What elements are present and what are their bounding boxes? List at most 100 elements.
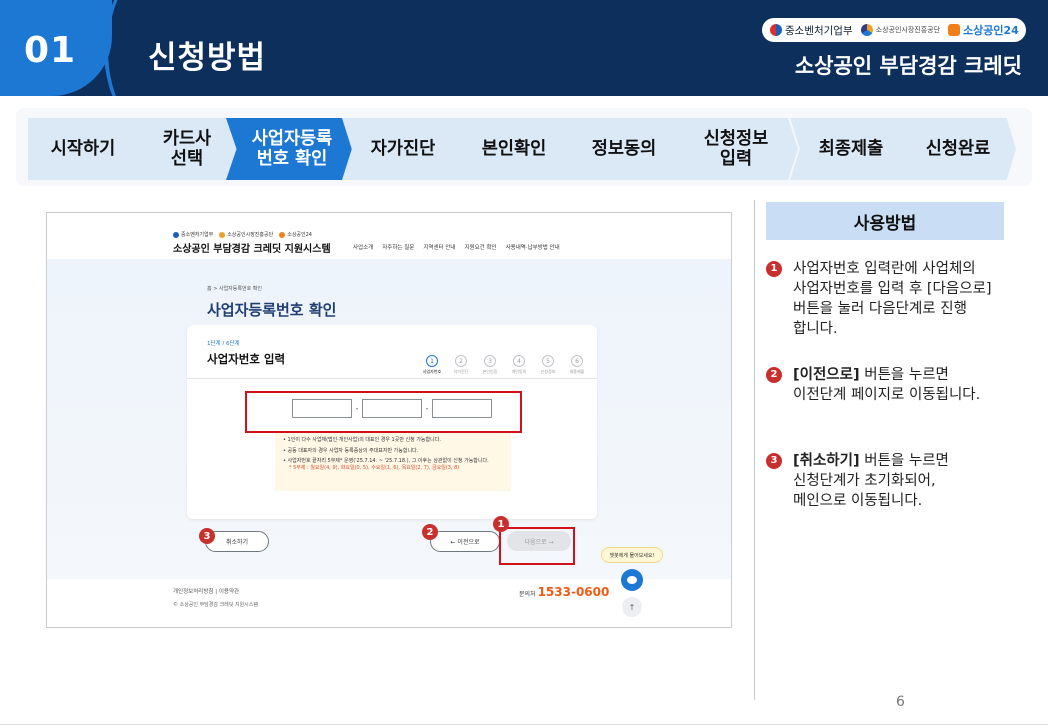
contact-phone: 문의처 1533-0600 [519,585,609,599]
progress-step-label: 사업자번호 [422,369,442,374]
process-steps: 시작하기 카드사 선택 사업자등록 번호 확인 자가진단 본인확인 정보동의 신… [16,108,1032,186]
menu-item-usage[interactable]: 사용내역·납부방법 안내 [506,243,560,251]
site-logos: 중소벤처기업부 소상공인시장진흥공단 소상공인24 [173,231,312,238]
progress-step-number: 1 [426,355,438,367]
section-number: 01 [24,30,77,71]
mss-mini-icon [173,231,179,238]
partner-logos: 중소벤처기업부 소상공인시장진흥공단 소상공인24 [762,18,1026,42]
input-highlight-box [245,391,522,433]
menu-item-centers[interactable]: 지역센터 안내 [423,243,455,251]
progress-step: 3 본인인증 [479,355,501,375]
how-to-item-1: 1 사업자번호 입력란에 사업체의 사업자번호를 입력 후 [다음으로] 버튼을… [766,259,1026,339]
footer-links[interactable]: 개인정보처리방침 | 이용약관 [173,587,239,595]
semas-emblem-icon [860,24,873,36]
how-to-desc: 사업자번호 입력란에 사업체의 사업자번호를 입력 후 [다음으로] 버튼을 눌… [793,261,992,337]
footer-copyright: © 소상공인 부담경감 크레딧 지원시스템 [173,602,258,608]
site-title[interactable]: 소상공인 부담경감 크레딧 지원시스템 [173,240,331,255]
progress-step-number: 2 [455,355,467,367]
slide-header: 01 신청방법 중소벤처기업부 소상공인시장진흥공단 소상공인24 소상공인 부… [0,0,1048,96]
progress-step: 1 사업자번호 [421,355,443,375]
section-title: 신청방법 [148,40,267,76]
logo-semas-label: 소상공인시장진흥공단 [875,26,941,34]
progress-step-label: 자가진단 [453,369,469,374]
site-logo-sbiz24-label: 소상공인24 [287,232,312,238]
page-title: 사업자등록번호 확인 [207,301,337,319]
how-to-text: [이전으로] 버튼을 누르면 이전단계 페이지로 이동됩니다. [793,365,1036,405]
progress-step: 5 신청정보 [537,355,559,375]
chat-icon [627,576,637,584]
notice-line-rotation: * 5부제 : 월요일(4, 9), 화요일(0, 5), 수요일(1, 6),… [289,464,460,471]
site-logo-sbiz24: 소상공인24 [279,231,312,238]
logo-sbiz24: 소상공인24 [948,22,1019,38]
callout-badge-3: 3 [199,528,215,544]
step-complete: 신청완료 [900,118,1016,180]
how-to-badge: 3 [766,453,782,469]
step-start: 시작하기 [28,118,138,180]
step-identity: 본인확인 [452,118,576,180]
how-to-badge: 2 [766,367,782,383]
form-card-header: 1단계 / 6단계 사업자번호 입력 1 사업자번호 2 자가진단 3 본인인증 4 개… [187,325,597,379]
progress-step-label: 개인동의 [511,369,527,374]
mss-emblem-icon [770,24,782,36]
next-highlight-box [499,527,575,565]
progress-step-label: 본인인증 [482,369,498,374]
progress-step-label: 신청정보 [540,369,556,374]
breadcrumb: 홈 > 사업자등록번호 확인 [207,286,262,292]
how-to-text: 사업자번호 입력란에 사업체의 사업자번호를 입력 후 [다음으로] 버튼을 눌… [793,259,1026,339]
notice-line: • 1인이 다수 사업체(법인·개인사업)의 대표인 경우 1곳만 신청 가능합… [283,437,441,443]
site-logo-mss: 중소벤처기업부 [173,231,213,238]
site-header: 중소벤처기업부 소상공인시장진흥공단 소상공인24 소상공인 부담경감 크레딧 … [47,213,731,259]
callout-badge-2: 2 [422,524,438,540]
logo-sbiz24-label: 소상공인24 [963,24,1019,37]
progress-step-number: 6 [571,355,583,367]
progress-step: 4 개인동의 [508,355,530,375]
site-logo-semas-label: 소상공인시장진흥공단 [227,232,274,238]
progress-step-number: 3 [484,355,496,367]
step-business-number: 사업자등록 번호 확인 [226,118,358,180]
chatbot-tooltip: 챗봇에게 물어보세요! [601,547,663,563]
program-name: 소상공인 부담경감 크레딧 [794,54,1022,78]
notice-line: • 사업자번호 끝자리 5부제* 운영('25.7.14. ~ '25.7.18… [283,458,489,464]
prev-button[interactable]: ← 이전으로 [430,531,500,552]
sbiz24-mini-icon [279,231,286,238]
bottom-divider [0,724,1048,725]
progress-step: 6 최종제출 [566,355,588,375]
scroll-top-button[interactable]: ↑ [622,597,642,617]
menu-item-intro[interactable]: 사업소개 [353,243,373,251]
progress-step-number: 5 [542,355,554,367]
site-logo-semas: 소상공인시장진흥공단 [219,231,273,238]
semas-mini-icon [219,231,226,238]
how-to-badge: 1 [766,261,782,277]
how-to-bold: [이전으로] [793,367,860,383]
how-to-item-3: 3 [취소하기] 버튼을 누르면 신청단계가 초기화되어, 메인으로 이동됩니다… [766,451,1026,511]
notice-box: • 1인이 다수 사업체(법인·개인사업)의 대표인 경우 1곳만 신청 가능합… [275,433,511,491]
menu-item-faq[interactable]: 자주하는 질문 [382,243,414,251]
menu-item-eligibility[interactable]: 지원요건 확인 [464,243,496,251]
progress-step-number: 4 [513,355,525,367]
phone-number: 1533-0600 [537,585,610,599]
site-menu: 사업소개 자주하는 질문 지역센터 안내 지원요건 확인 사용내역·납부방법 안… [353,243,560,251]
how-to-title: 사용방법 [766,202,1004,240]
application-screenshot: 중소벤처기업부 소상공인시장진흥공단 소상공인24 소상공인 부담경감 크레딧 … [46,212,732,628]
step-counter: 1단계 / 6단계 [207,341,240,347]
callout-badge-1: 1 [493,516,509,532]
how-to-text: [취소하기] 버튼을 누르면 신청단계가 초기화되어, 메인으로 이동됩니다. [793,451,1026,511]
form-title: 사업자번호 입력 [207,352,286,366]
step-application-info: 신청정보 입력 [674,118,798,180]
site-logo-mss-label: 중소벤처기업부 [181,232,214,238]
logo-mss: 중소벤처기업부 [770,23,853,38]
logo-semas: 소상공인시장진흥공단 [860,24,941,36]
progress-step-label: 최종제출 [569,369,585,374]
step-final-submit: 최종제출 [790,118,912,180]
panel-divider [754,200,755,700]
how-to-bold: [취소하기] [793,453,860,469]
contact-label: 문의처 [519,591,536,598]
chatbot-button[interactable] [621,569,643,591]
logo-mss-label: 중소벤처기업부 [785,24,853,37]
step-progress: 1 사업자번호 2 자가진단 3 본인인증 4 개인동의 5 신청정보 6 최종제출 [421,355,588,375]
progress-step: 2 자가진단 [450,355,472,375]
sbiz24-emblem-icon [948,24,961,36]
page-number: 6 [896,694,905,710]
notice-line: • 공동 대표자의 경우 사업자 등록증상의 주대표자만 가능합니다. [283,447,419,454]
how-to-item-2: 2 [이전으로] 버튼을 누르면 이전단계 페이지로 이동됩니다. [766,365,1036,405]
